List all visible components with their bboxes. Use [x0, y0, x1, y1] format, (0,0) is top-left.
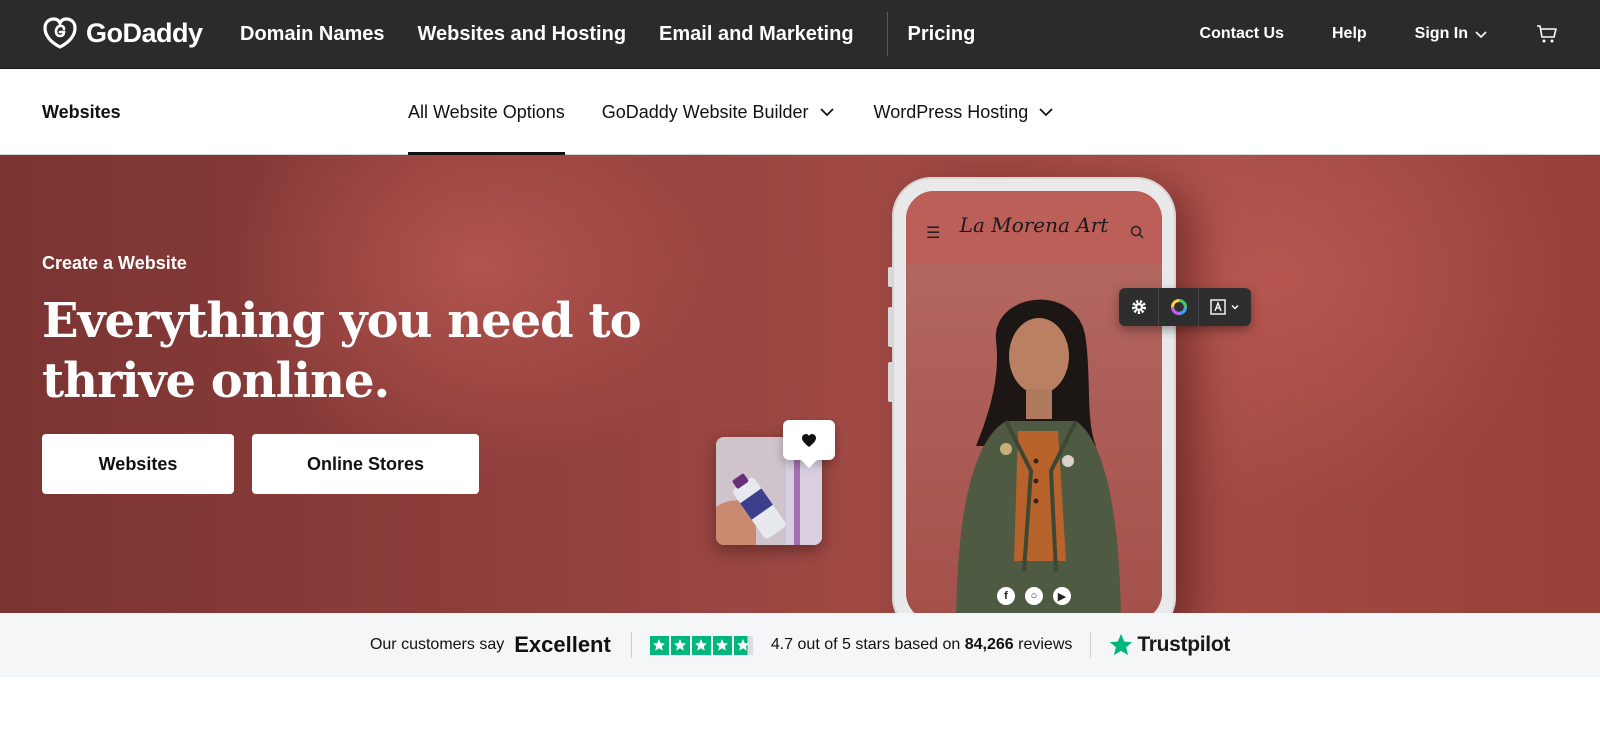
trust-intro: Our customers say [369, 636, 505, 653]
chevron-down-icon [819, 108, 834, 117]
cart-button[interactable] [1536, 23, 1558, 45]
nav-domain-names[interactable]: Domain Names [240, 23, 385, 46]
heart-icon [802, 433, 816, 447]
instagram-icon[interactable]: ○ [1025, 587, 1043, 605]
tab-godaddy-website-builder[interactable]: GoDaddy Website Builder [602, 69, 837, 155]
trust-score: 4.7 out of 5 stars based on 84,266 revie… [771, 636, 1073, 654]
nav-pricing[interactable]: Pricing [908, 23, 976, 46]
nav-email-marketing[interactable]: Email and Marketing [659, 23, 854, 46]
phone-side-button [888, 267, 893, 287]
phone-site-brand: La Morena Art [959, 213, 1109, 237]
online-stores-button[interactable]: Online Stores [252, 434, 479, 494]
top-navigation: GoDaddy Domain Names Websites and Hostin… [0, 0, 1600, 69]
trustpilot-star-icon [1110, 633, 1133, 656]
text-style-dropdown[interactable] [1199, 288, 1251, 326]
hero-eyebrow: Create a Website [42, 253, 187, 273]
facebook-icon[interactable]: f [997, 587, 1015, 605]
subnav-title: Websites [42, 102, 121, 122]
like-bubble[interactable] [783, 420, 835, 468]
trustpilot-wordmark: Trustpilot [1137, 633, 1231, 656]
contact-us-link[interactable]: Contact Us [1200, 25, 1284, 43]
review-count: 84,266 [964, 636, 1014, 653]
trust-divider [1090, 632, 1092, 658]
phone-mockup: ☰ La Morena Art f ○ ▶ [888, 177, 1176, 613]
trust-divider [630, 632, 632, 658]
star-icon [670, 635, 690, 655]
hero-title: Everything you need to thrive online. [42, 293, 642, 409]
subnav-tabs: All Website Options GoDaddy Website Buil… [408, 69, 1093, 155]
gear-icon [1131, 300, 1146, 314]
primary-nav: Domain Names Websites and Hosting Email … [240, 0, 1008, 68]
chevron-down-icon [1231, 305, 1239, 310]
phone-social-links: f ○ ▶ [906, 587, 1162, 605]
phone-side-button [888, 362, 893, 402]
nav-divider [886, 12, 888, 56]
tab-wordpress-hosting[interactable]: WordPress Hosting [874, 69, 1057, 155]
tab-label: GoDaddy Website Builder [601, 101, 809, 122]
websites-button[interactable]: Websites [42, 434, 234, 494]
text-style-icon [1210, 299, 1226, 315]
color-wheel-icon [1170, 299, 1187, 315]
color-button[interactable] [1159, 288, 1199, 326]
hero-banner: Create a Website Everything you need to t… [0, 155, 1600, 613]
reviews-word: reviews [1018, 636, 1073, 653]
woman-portrait [956, 299, 1121, 613]
trustpilot-logo[interactable]: Trustpilot [1109, 633, 1230, 657]
chevron-down-icon [1475, 31, 1487, 39]
editor-toolbar [1119, 288, 1251, 326]
godaddy-logo-icon [43, 17, 77, 49]
help-link[interactable]: Help [1332, 25, 1367, 43]
websites-subnav: Websites All Website Options GoDaddy Web… [0, 69, 1600, 155]
tab-all-website-options[interactable]: All Website Options [408, 69, 565, 155]
sign-in-label: Sign In [1414, 25, 1468, 42]
star-rating [649, 635, 753, 655]
tab-label: WordPress Hosting [873, 101, 1029, 122]
tab-label: All Website Options [408, 101, 565, 122]
utility-nav: Contact Us Help Sign In [1152, 0, 1558, 68]
trust-rating-word: Excellent [514, 632, 611, 657]
godaddy-logo[interactable]: GoDaddy [42, 16, 203, 50]
nav-websites-hosting[interactable]: Websites and Hosting [418, 23, 627, 46]
star-icon [691, 635, 711, 655]
phone-side-button [888, 307, 893, 347]
search-icon [1130, 225, 1144, 239]
trust-score-text: 4.7 out of 5 stars based on [770, 636, 961, 653]
star-half-icon [733, 635, 753, 655]
cart-icon [1537, 25, 1557, 43]
phone-screen: ☰ La Morena Art f ○ ▶ [906, 191, 1162, 613]
chevron-down-icon [1039, 108, 1053, 117]
trustpilot-widget[interactable]: Our customers say Excellent 4.7 out of 5… [370, 632, 1230, 658]
star-icon [649, 635, 669, 655]
sign-in-menu[interactable]: Sign In [1415, 25, 1488, 43]
trustpilot-bar: Our customers say Excellent 4.7 out of 5… [0, 613, 1600, 677]
star-icon [712, 635, 732, 655]
logo-text: GoDaddy [86, 17, 203, 48]
settings-button[interactable] [1119, 288, 1159, 326]
youtube-icon[interactable]: ▶ [1053, 587, 1071, 605]
